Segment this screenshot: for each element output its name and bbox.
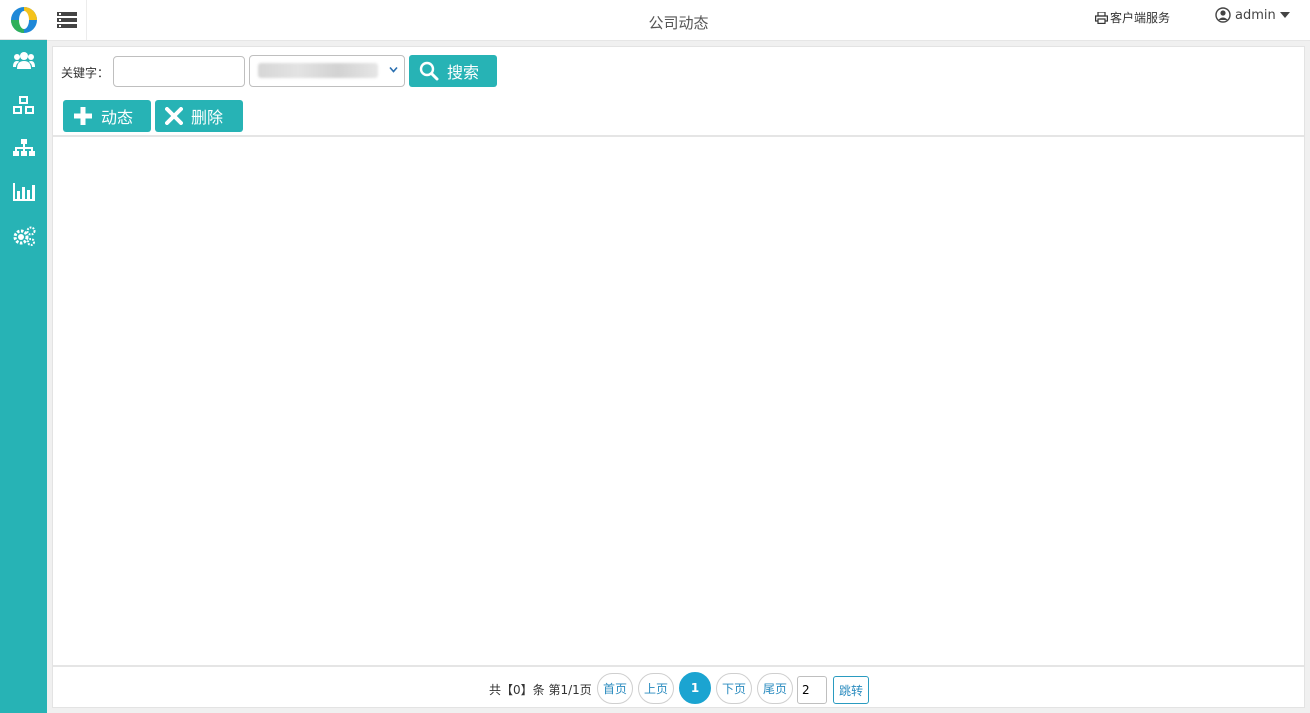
- nav-statistics[interactable]: [0, 177, 47, 207]
- news-list-area: [53, 139, 1304, 665]
- add-news-button[interactable]: 动态: [63, 100, 151, 132]
- client-service-label: 客户端服务: [1110, 11, 1171, 25]
- prev-page-button[interactable]: 上页: [638, 673, 674, 704]
- search-button[interactable]: 搜索: [409, 55, 497, 87]
- plus-icon: [74, 107, 92, 125]
- cubes-icon: [12, 96, 34, 114]
- search-toolbar: 关键字： 搜索 动态 删除: [53, 47, 1304, 137]
- nav-products[interactable]: [0, 90, 47, 120]
- keyword-label: 关键字：: [61, 66, 110, 80]
- chevron-down-icon: [389, 66, 398, 73]
- gears-icon: [13, 226, 35, 246]
- printer-icon: [1095, 11, 1108, 24]
- user-menu[interactable]: admin: [1215, 7, 1290, 23]
- app-logo[interactable]: [0, 0, 47, 40]
- blurred-selected-value: [258, 63, 378, 78]
- category-select[interactable]: [249, 55, 405, 87]
- client-service-link[interactable]: 客户端服务: [1095, 9, 1170, 26]
- close-icon: [165, 107, 183, 125]
- search-button-label: 搜索: [447, 63, 480, 82]
- next-page-button[interactable]: 下页: [716, 673, 752, 704]
- delete-button[interactable]: 删除: [155, 100, 243, 132]
- pagination-summary: 共【0】条 第1/1页: [489, 683, 592, 697]
- content-panel: 关键字： 搜索 动态 删除 共【0】条 第1/1页 首页 上页 1 下页 尾页 …: [52, 46, 1305, 708]
- nav-organization[interactable]: [0, 133, 47, 163]
- jump-page-input[interactable]: [797, 676, 827, 704]
- logo-icon: [10, 6, 37, 33]
- pagination: 共【0】条 第1/1页 首页 上页 1 下页 尾页 跳转: [53, 665, 1304, 707]
- sidebar: [0, 0, 47, 713]
- jump-button[interactable]: 跳转: [833, 676, 869, 704]
- search-icon: [419, 61, 439, 81]
- menu-list-icon: [56, 12, 77, 28]
- nav-settings[interactable]: [0, 221, 47, 251]
- add-news-button-label: 动态: [101, 108, 134, 127]
- user-circle-icon: [1215, 7, 1231, 23]
- username: admin: [1235, 7, 1276, 23]
- top-header: 公司动态 客户端服务 admin: [47, 0, 1310, 41]
- sitemap-icon: [12, 139, 35, 156]
- first-page-button[interactable]: 首页: [597, 673, 633, 704]
- menu-toggle-button[interactable]: [47, 0, 87, 40]
- nav-users[interactable]: [0, 45, 47, 75]
- users-icon: [12, 52, 35, 69]
- keyword-input[interactable]: [113, 56, 245, 87]
- last-page-button[interactable]: 尾页: [757, 673, 793, 704]
- delete-button-label: 删除: [191, 108, 224, 127]
- caret-down-icon: [1279, 12, 1290, 18]
- bar-chart-icon: [12, 183, 35, 201]
- current-page-button[interactable]: 1: [679, 672, 711, 704]
